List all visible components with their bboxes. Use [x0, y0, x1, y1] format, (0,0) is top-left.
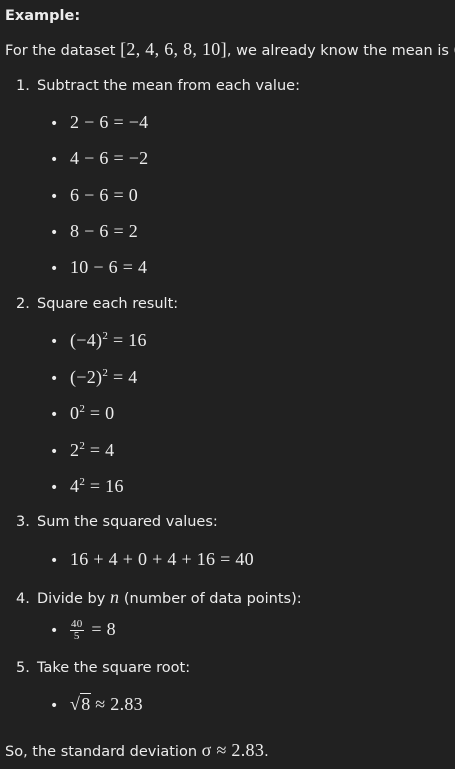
bullet-icon: •: [50, 225, 59, 241]
bullet-icon: •: [50, 407, 59, 423]
fraction: 40 5: [70, 619, 84, 642]
base: (−4): [70, 330, 103, 350]
conclusion-math: σ ≈ 2.83: [201, 740, 265, 760]
step-label: Sum the squared values:: [37, 514, 218, 530]
step-5: 5. Take the square root:: [16, 660, 190, 676]
step-label: Square each result:: [37, 296, 179, 312]
bullet-icon: •: [50, 116, 59, 132]
example-heading: Example:: [5, 8, 81, 24]
list-item: • 40 5 = 8: [50, 619, 116, 642]
intro-text: For the dataset [2, 4, 6, 8, 10], we alr…: [5, 39, 455, 60]
denominator: 5: [73, 630, 80, 643]
square-root: √8: [70, 693, 91, 715]
list-item: • (−2)2 = 4: [50, 367, 138, 388]
step-1: 1. Subtract the mean from each value:: [16, 78, 300, 94]
step-label-prefix: Divide by: [37, 591, 110, 607]
radicand: 8: [80, 693, 91, 714]
result: = 16: [85, 476, 124, 496]
bullet-icon: •: [50, 371, 59, 387]
list-item: • 16 + 4 + 0 + 4 + 16 = 40: [50, 549, 254, 570]
bullet-icon: •: [50, 334, 59, 350]
equation: 6 − 6 = 0: [70, 185, 139, 205]
step-3: 3. Sum the squared values:: [16, 514, 218, 530]
base: 2: [70, 440, 80, 460]
list-item: • 02 = 0: [50, 403, 114, 424]
bullet-icon: •: [50, 623, 59, 639]
list-item: • 22 = 4: [50, 440, 114, 461]
step-label: Subtract the mean from each value:: [37, 78, 300, 94]
step-label-suffix: (number of data points):: [119, 591, 302, 607]
result: = 8: [86, 619, 116, 639]
equation: 16 + 4 + 0 + 4 + 16 = 40: [70, 549, 254, 569]
list-item: • 4 − 6 = −2: [50, 148, 148, 169]
list-item: • √8 ≈ 2.83: [50, 693, 143, 715]
step-number: 1.: [16, 78, 30, 94]
bullet-icon: •: [50, 189, 59, 205]
step-4: 4. Divide by n (number of data points):: [16, 587, 302, 608]
result: = 4: [85, 440, 115, 460]
step-label: Take the square root:: [37, 660, 191, 676]
list-item: • 2 − 6 = −4: [50, 112, 148, 133]
conclusion-text: So, the standard deviation σ ≈ 2.83.: [5, 740, 269, 761]
dataset-math: [2, 4, 6, 8, 10]: [120, 39, 227, 59]
result: ≈ 2.83: [90, 694, 143, 714]
radical-sign-icon: √: [70, 694, 81, 714]
bullet-icon: •: [50, 444, 59, 460]
conclusion-prefix: So, the standard deviation: [5, 744, 202, 760]
intro-suffix: , we already know the mean is 6.: [226, 43, 455, 59]
result: = 16: [108, 330, 147, 350]
step-number: 4.: [16, 591, 30, 607]
step-2: 2. Square each result:: [16, 296, 178, 312]
bullet-icon: •: [50, 553, 59, 569]
equation: 4 − 6 = −2: [70, 148, 149, 168]
step-number: 2.: [16, 296, 30, 312]
list-item: • 6 − 6 = 0: [50, 185, 138, 206]
result: = 4: [108, 367, 138, 387]
bullet-icon: •: [50, 698, 59, 714]
equation: 2 − 6 = −4: [70, 112, 149, 132]
intro-prefix: For the dataset: [5, 43, 121, 59]
bullet-icon: •: [50, 480, 59, 496]
base: 4: [70, 476, 80, 496]
list-item: • 10 − 6 = 4: [50, 257, 147, 278]
base: (−2): [70, 367, 103, 387]
result: = 0: [85, 403, 115, 423]
conclusion-suffix: .: [264, 744, 269, 760]
list-item: • 8 − 6 = 2: [50, 221, 138, 242]
variable-n: n: [109, 587, 120, 607]
list-item: • (−4)2 = 16: [50, 330, 147, 351]
base: 0: [70, 403, 80, 423]
equation: 10 − 6 = 4: [70, 257, 148, 277]
step-number: 3.: [16, 514, 30, 530]
equation: 8 − 6 = 2: [70, 221, 139, 241]
bullet-icon: •: [50, 152, 59, 168]
list-item: • 42 = 16: [50, 476, 124, 497]
bullet-icon: •: [50, 261, 59, 277]
step-number: 5.: [16, 660, 30, 676]
